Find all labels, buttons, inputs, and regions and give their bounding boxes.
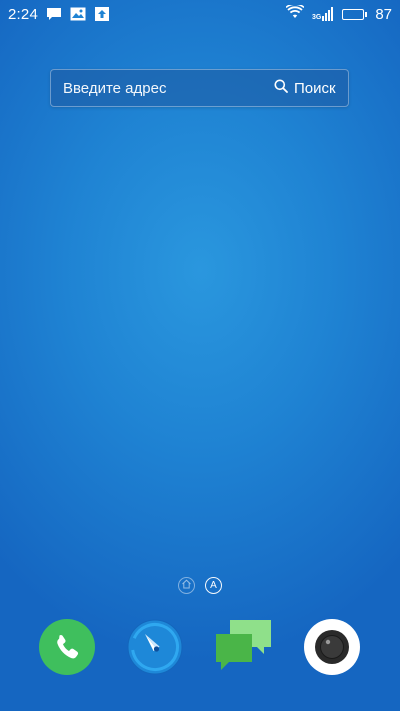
home-page-indicator[interactable] [178,577,195,594]
message-icon [46,7,62,21]
search-icon [274,79,288,97]
battery-icon [342,8,368,20]
search-button-label: Поиск [294,79,336,97]
search-button[interactable]: Поиск [264,70,358,106]
status-bar: 2:24 3G 87 [0,0,400,28]
status-time: 2:24 [8,5,38,23]
wifi-icon [285,3,305,23]
page-indicator-label: A [210,580,217,591]
messages-app[interactable] [214,618,272,676]
page-indicator: A [0,577,400,597]
search-widget: Поиск [50,69,349,107]
status-right: 3G 87 [285,3,392,23]
camera-icon [304,619,360,675]
app-dock [0,618,400,678]
phone-app[interactable] [38,618,96,676]
home-icon [181,579,192,592]
cellular-signal-icon: 3G [312,7,334,21]
address-input[interactable] [51,69,264,107]
camera-app[interactable] [303,618,361,676]
browser-app[interactable] [126,618,184,676]
upload-icon [94,7,110,21]
chat-bubbles-icon [216,620,271,670]
image-icon [70,7,86,21]
status-left: 2:24 [8,6,110,23]
page-indicator-a[interactable]: A [205,577,222,594]
phone-icon [39,619,95,675]
battery-percent: 87 [375,5,392,23]
network-type-label: 3G [311,14,322,21]
compass-icon [127,619,183,675]
